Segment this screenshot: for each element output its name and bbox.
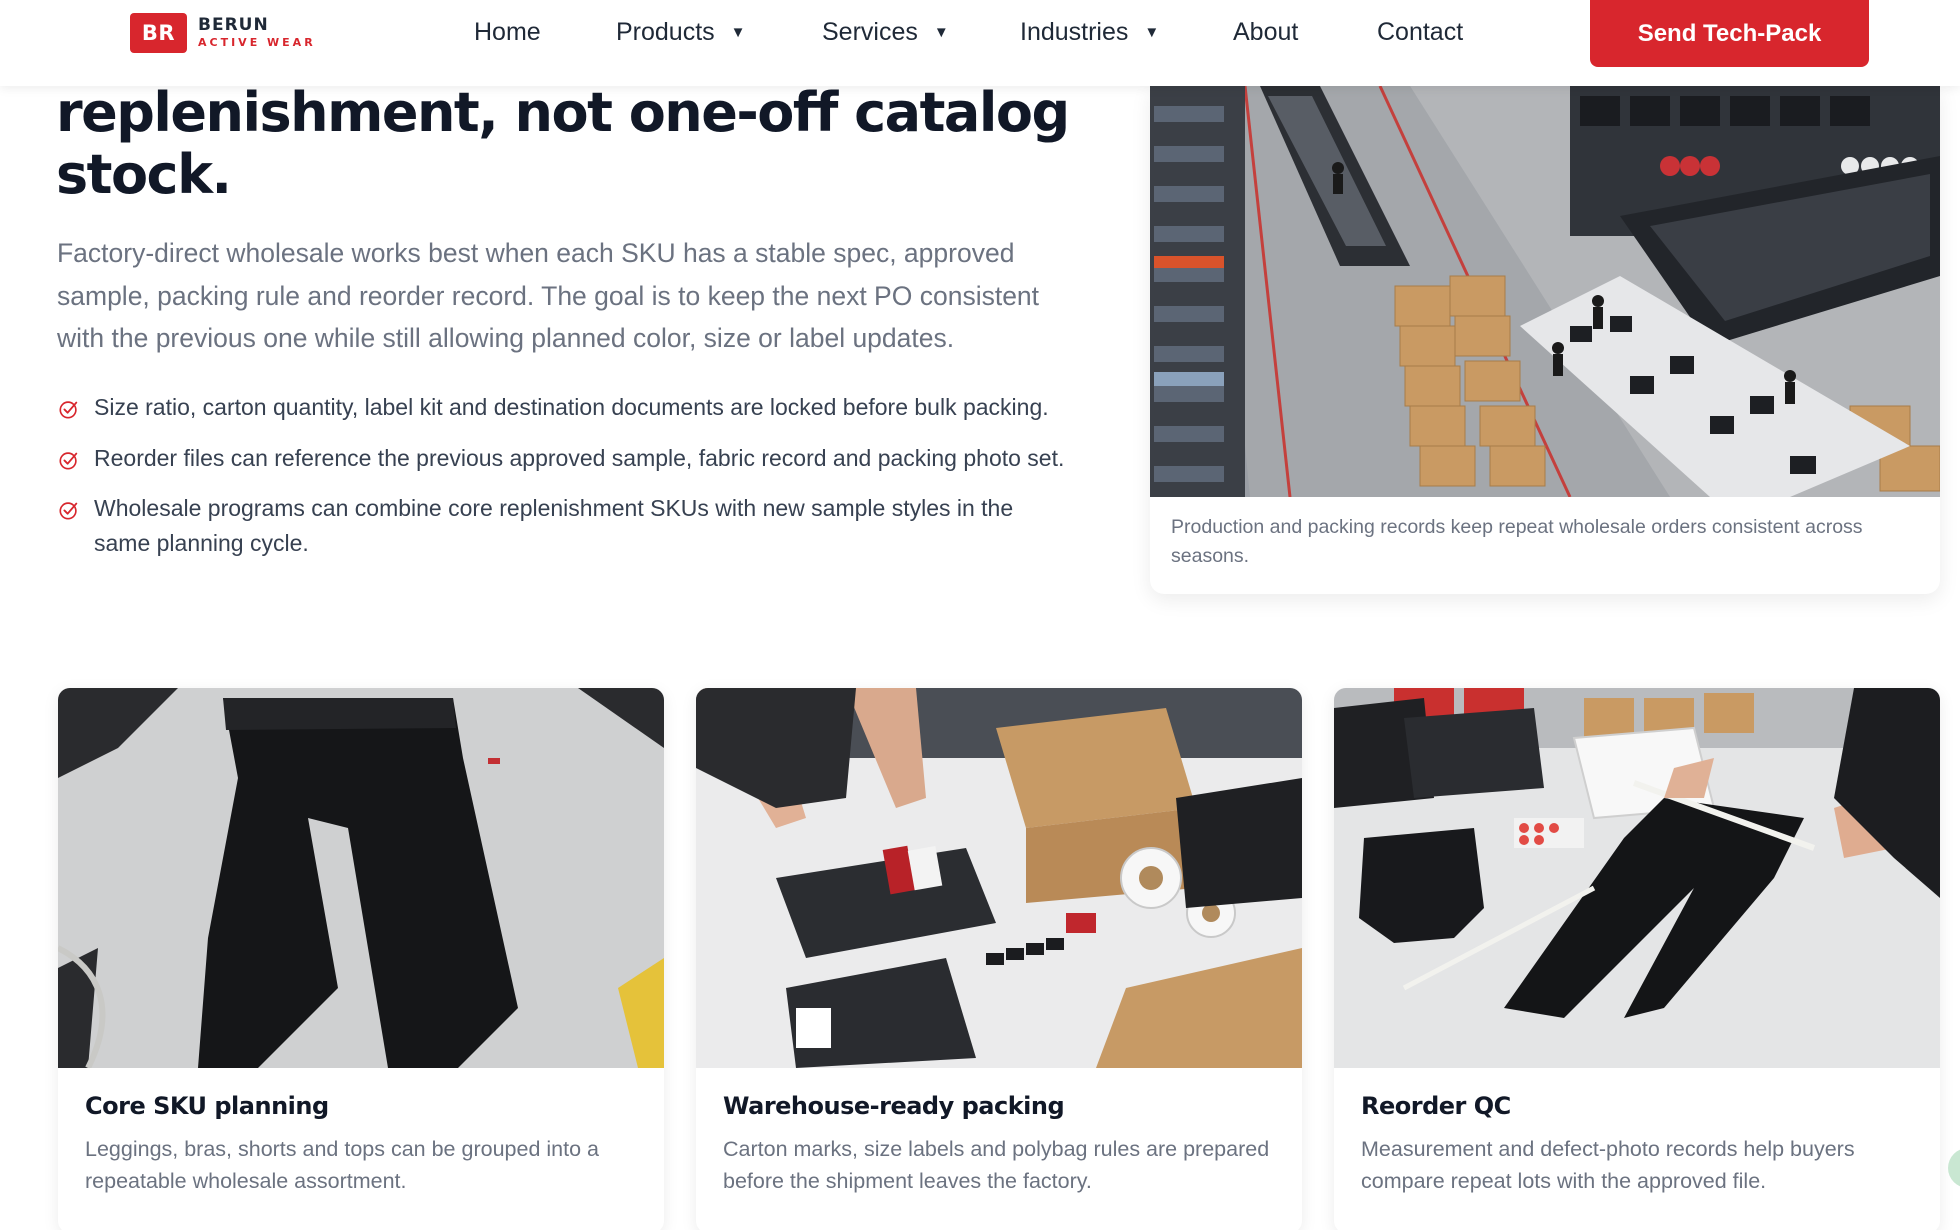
- headline-line-1: replenishment, not one-off catalog: [56, 81, 1070, 144]
- qc-illustration: [1334, 688, 1940, 1068]
- qc-measurement-photo: [1334, 688, 1940, 1068]
- send-tech-pack-button[interactable]: Send Tech-Pack: [1590, 0, 1869, 67]
- nav-industries-label: Industries: [1020, 18, 1129, 46]
- triangle-down-icon: ▼: [1144, 24, 1160, 41]
- card-title: Warehouse-ready packing: [723, 1092, 1065, 1120]
- site-header: BR BERUN ACTIVE WEAR Home Products ▼ Ser…: [0, 0, 1960, 86]
- logo-badge: BR: [130, 13, 187, 53]
- factory-floor-illustration: [1150, 86, 1940, 497]
- list-item: Reorder files can reference the previous…: [58, 441, 1068, 476]
- nav-home[interactable]: Home: [474, 18, 541, 47]
- card-title: Core SKU planning: [85, 1092, 329, 1120]
- intro-paragraph: Factory-direct wholesale works best when…: [57, 238, 1040, 353]
- logo-wordmark: BERUN ACTIVE WEAR: [198, 16, 316, 50]
- list-item-text: Reorder files can reference the previous…: [94, 444, 1065, 471]
- list-item-text: Size ratio, carton quantity, label kit a…: [94, 394, 1049, 420]
- card-description: Leggings, bras, shorts and tops can be g…: [85, 1137, 599, 1193]
- nav-about[interactable]: About: [1233, 18, 1298, 47]
- factory-floor-photo: [1150, 86, 1940, 497]
- leggings-photo: [58, 688, 664, 1068]
- card-reorder-qc[interactable]: Reorder QC Measurement and defect-photo …: [1334, 688, 1940, 1230]
- nav-products[interactable]: Products ▼: [616, 18, 746, 47]
- list-item-text: Wholesale programs can combine core repl…: [94, 495, 1014, 556]
- photo-caption: Production and packing records keep repe…: [1171, 516, 1863, 567]
- section-headline: replenishment, not one-off catalog stock…: [56, 82, 1086, 206]
- nav-services[interactable]: Services ▼: [822, 18, 949, 47]
- nav-contact-label: Contact: [1377, 18, 1464, 46]
- list-item: Size ratio, carton quantity, label kit a…: [58, 390, 1068, 425]
- nav-services-label: Services: [822, 18, 918, 46]
- nav-products-label: Products: [616, 18, 715, 46]
- check-circle-icon: [59, 401, 78, 419]
- nav-home-label: Home: [474, 18, 541, 46]
- leggings-illustration: [58, 688, 664, 1068]
- chat-widget-edge[interactable]: [1948, 1148, 1960, 1188]
- nav-about-label: About: [1233, 18, 1299, 46]
- headline-line-2: stock.: [56, 143, 232, 206]
- triangle-down-icon: ▼: [933, 24, 949, 41]
- brand-logo[interactable]: BR BERUN ACTIVE WEAR: [130, 13, 316, 53]
- card-title: Reorder QC: [1361, 1092, 1511, 1120]
- card-description: Measurement and defect-photo records hel…: [1361, 1137, 1855, 1193]
- brand-name: BERUN: [198, 15, 269, 35]
- factory-photo-card: Production and packing records keep repe…: [1150, 86, 1940, 594]
- packing-photo: [696, 688, 1302, 1068]
- benefit-list: Size ratio, carton quantity, label kit a…: [58, 390, 1068, 560]
- check-circle-icon: [59, 502, 78, 520]
- nav-contact[interactable]: Contact: [1377, 18, 1463, 47]
- card-warehouse-ready-packing[interactable]: Warehouse-ready packing Carton marks, si…: [696, 688, 1302, 1230]
- card-core-sku-planning[interactable]: Core SKU planning Leggings, bras, shorts…: [58, 688, 664, 1230]
- triangle-down-icon: ▼: [730, 24, 746, 41]
- card-description: Carton marks, size labels and polybag ru…: [723, 1137, 1270, 1193]
- packing-illustration: [696, 688, 1302, 1068]
- brand-tagline: ACTIVE WEAR: [198, 36, 316, 49]
- nav-industries[interactable]: Industries ▼: [1020, 18, 1159, 47]
- list-item: Wholesale programs can combine core repl…: [58, 491, 1068, 560]
- check-circle-icon: [59, 451, 78, 470]
